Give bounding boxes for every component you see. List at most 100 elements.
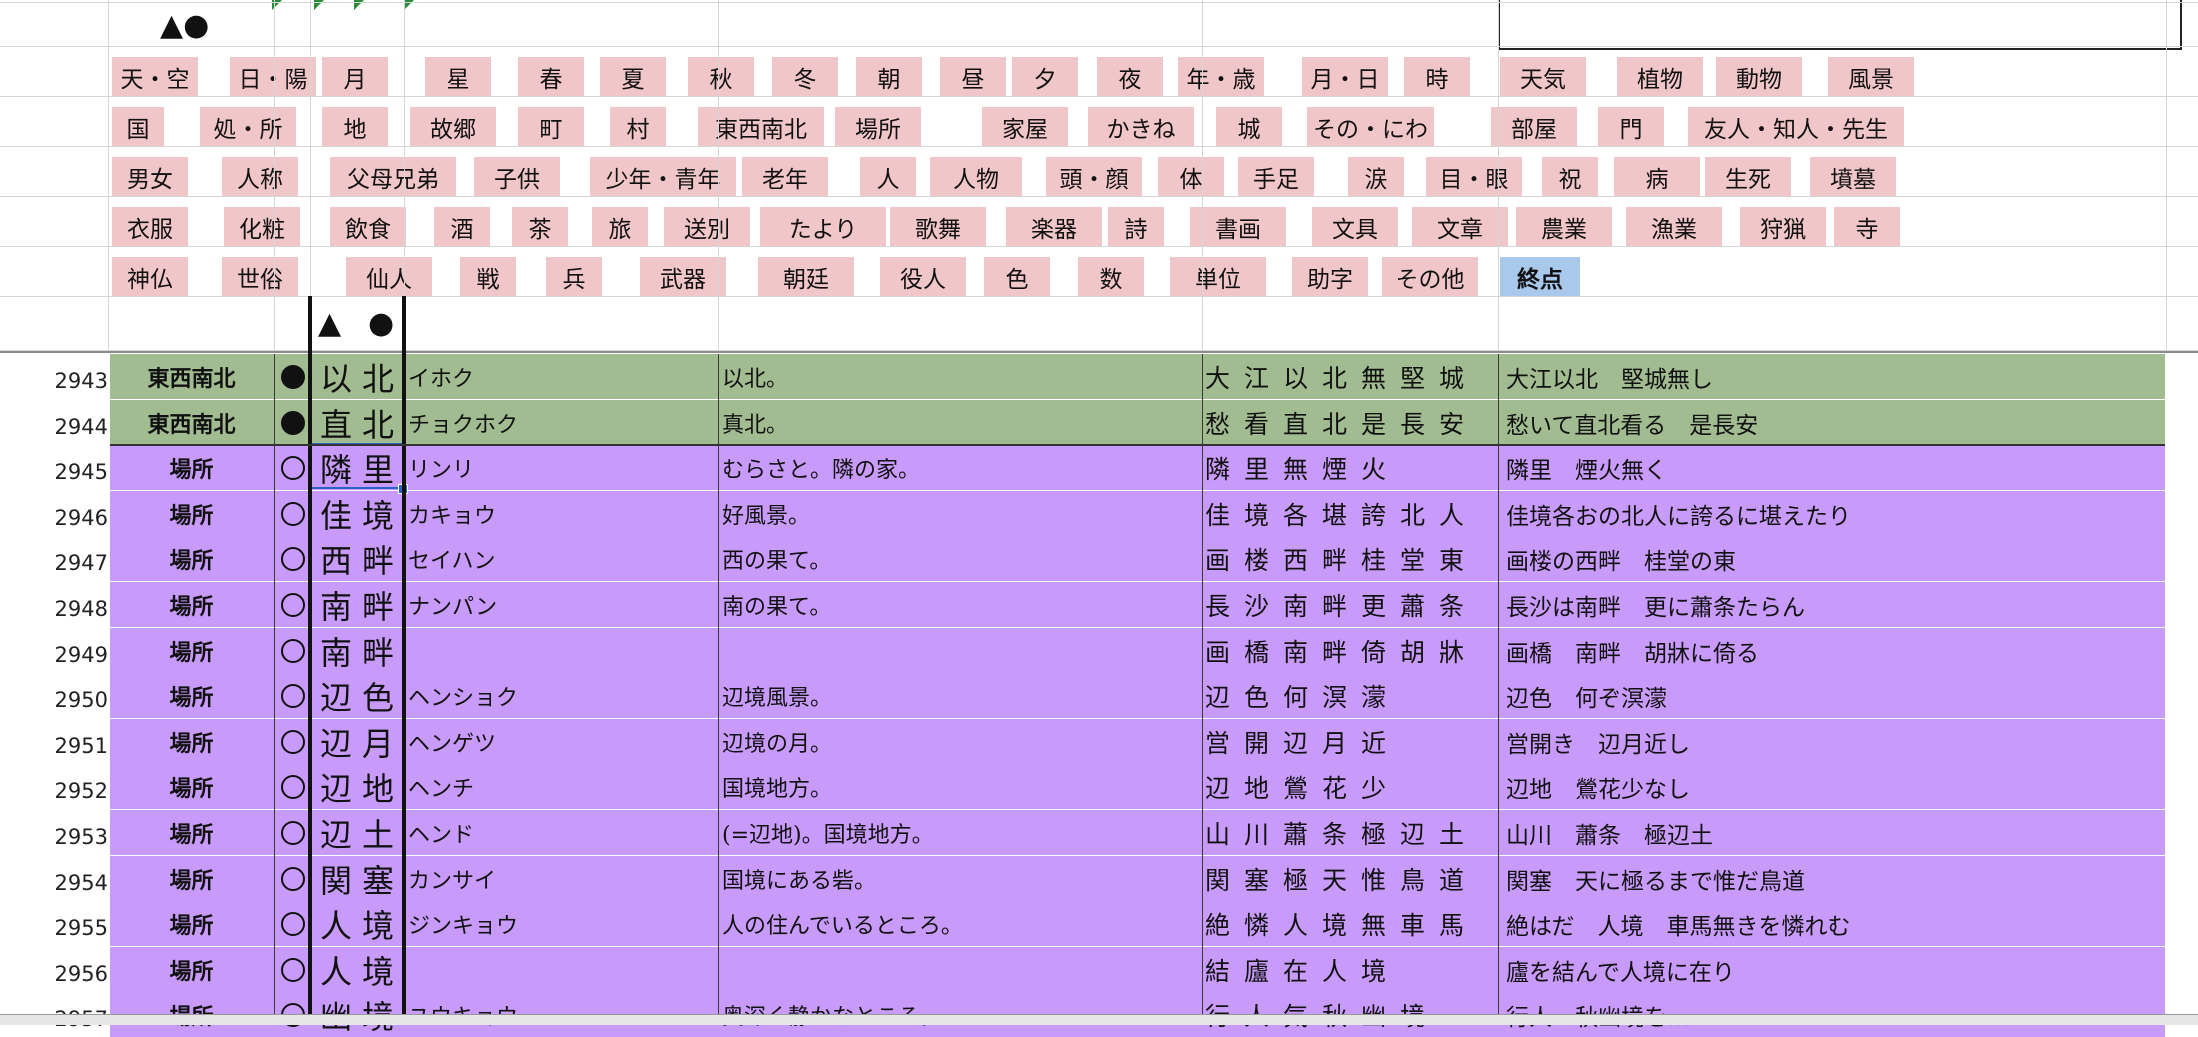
mark-cell[interactable]: [276, 582, 310, 627]
category-cell[interactable]: 場所: [110, 628, 273, 673]
category-button[interactable]: 朝: [856, 57, 922, 97]
category-cell[interactable]: 場所: [110, 445, 273, 490]
category-button[interactable]: 助字: [1292, 257, 1368, 297]
category-button[interactable]: 化粧: [224, 207, 300, 247]
category-cell[interactable]: 場所: [110, 536, 273, 581]
verse-phrase-cell[interactable]: 廬を結んで人境に在り: [1506, 947, 2166, 992]
category-button[interactable]: 日・陽: [230, 57, 316, 97]
meaning-cell[interactable]: 人の住んでいるところ。: [722, 901, 1200, 946]
reading-cell[interactable]: [408, 628, 718, 673]
category-button[interactable]: 少年・青年: [590, 157, 736, 197]
category-button[interactable]: 故郷: [410, 107, 496, 147]
category-button[interactable]: 戦: [460, 257, 516, 297]
row-number[interactable]: 2953: [0, 810, 108, 855]
category-button[interactable]: 夕: [1012, 57, 1078, 97]
word-cell[interactable]: 関塞: [312, 856, 402, 901]
category-button[interactable]: 茶: [512, 207, 568, 247]
category-button[interactable]: 門: [1598, 107, 1664, 147]
category-button[interactable]: 地: [322, 107, 388, 147]
category-button[interactable]: 生死: [1705, 157, 1791, 197]
reading-cell[interactable]: ジンキョウ: [408, 901, 718, 946]
mark-cell[interactable]: [276, 901, 310, 946]
category-cell[interactable]: 場所: [110, 947, 273, 992]
sheet-tab-bar[interactable]: [0, 1014, 2198, 1025]
reading-cell[interactable]: ヘンショク: [408, 673, 718, 718]
category-button[interactable]: 詩: [1108, 207, 1164, 247]
reading-cell[interactable]: チョクホク: [408, 400, 718, 445]
reading-cell[interactable]: ヘンド: [408, 810, 718, 855]
mark-cell[interactable]: [276, 354, 310, 399]
word-cell[interactable]: 辺月: [312, 719, 402, 764]
category-cell[interactable]: 場所: [110, 764, 273, 809]
meaning-cell[interactable]: 南の果て。: [722, 582, 1200, 627]
category-button[interactable]: 世俗: [222, 257, 298, 297]
category-button[interactable]: 春: [518, 57, 584, 97]
verse-chars-cell[interactable]: 佳境各堪誇北人: [1205, 491, 1500, 536]
category-button[interactable]: 村: [610, 107, 666, 147]
verse-chars-cell[interactable]: 愁看直北是長安: [1205, 400, 1500, 445]
table-row[interactable]: 2951 場所 辺月 ヘンゲツ 辺境の月。 営開辺月近 営開き 辺月近し: [0, 719, 2198, 764]
category-button[interactable]: 狩猟: [1740, 207, 1826, 247]
row-number[interactable]: 2955: [0, 901, 108, 946]
category-button[interactable]: 衣服: [112, 207, 188, 247]
word-cell[interactable]: 辺地: [312, 764, 402, 809]
row-number[interactable]: 2948: [0, 582, 108, 627]
table-row[interactable]: 2952 場所 辺地 ヘンチ 国境地方。 辺地鶯花少 辺地 鶯花少なし: [0, 764, 2198, 809]
category-button[interactable]: かきね: [1088, 107, 1194, 147]
category-button[interactable]: 涙: [1348, 157, 1404, 197]
row-number[interactable]: 2954: [0, 856, 108, 901]
row-number[interactable]: 2943: [0, 354, 108, 399]
table-row[interactable]: 2950 場所 辺色 ヘンショク 辺境風景。 辺色何溟濛 辺色 何ぞ溟濛: [0, 673, 2198, 718]
category-button[interactable]: 夜: [1097, 57, 1163, 97]
meaning-cell[interactable]: (=辺地)。国境地方。: [722, 810, 1200, 855]
category-button[interactable]: 処・所: [200, 107, 296, 147]
category-button[interactable]: その他: [1382, 257, 1478, 297]
verse-chars-cell[interactable]: 長沙南畔更蕭条: [1205, 582, 1500, 627]
mark-cell[interactable]: [276, 628, 310, 673]
verse-phrase-cell[interactable]: 絶はだ 人境 車馬無きを憐れむ: [1506, 901, 2166, 946]
word-cell[interactable]: 辺土: [312, 810, 402, 855]
category-button[interactable]: 武器: [640, 257, 726, 297]
category-cell[interactable]: 場所: [110, 810, 273, 855]
verse-phrase-cell[interactable]: 画橋 南畔 胡牀に倚る: [1506, 628, 2166, 673]
category-button[interactable]: 人: [860, 157, 916, 197]
reading-cell[interactable]: ヘンゲツ: [408, 719, 718, 764]
category-button[interactable]: 男女: [112, 157, 188, 197]
category-button[interactable]: 体: [1158, 157, 1224, 197]
verse-phrase-cell[interactable]: 営開き 辺月近し: [1506, 719, 2166, 764]
category-cell[interactable]: 場所: [110, 673, 273, 718]
word-cell[interactable]: 人境: [312, 947, 402, 992]
category-cell[interactable]: 場所: [110, 719, 273, 764]
category-button[interactable]: 町: [518, 107, 584, 147]
table-row[interactable]: 2947 場所 西畔 セイハン 西の果て。 画楼西畔桂堂東 画楼の西畔 桂堂の東: [0, 536, 2198, 581]
category-button[interactable]: 書画: [1190, 207, 1286, 247]
verse-chars-cell[interactable]: 結廬在人境: [1205, 947, 1500, 992]
verse-chars-cell[interactable]: 辺色何溟濛: [1205, 673, 1500, 718]
category-button[interactable]: 月: [322, 57, 388, 97]
category-button[interactable]: 城: [1216, 107, 1282, 147]
category-button[interactable]: 墳墓: [1810, 157, 1896, 197]
table-row[interactable]: 2943 東西南北 以北 イホク 以北。 大江以北無堅城 大江以北 堅城無し: [0, 354, 2198, 399]
word-cell[interactable]: 南畔: [312, 582, 402, 627]
category-button[interactable]: 朝廷: [758, 257, 854, 297]
table-row[interactable]: 2948 場所 南畔 ナンパン 南の果て。 長沙南畔更蕭条 長沙は南畔 更に蕭条たらん: [0, 582, 2198, 627]
category-button[interactable]: 酒: [434, 207, 490, 247]
category-button[interactable]: 国: [112, 107, 164, 147]
category-button[interactable]: 老年: [742, 157, 828, 197]
table-row[interactable]: 2946 場所 佳境 カキョウ 好風景。 佳境各堪誇北人 佳境各おの北人に誇るに堪えたり: [0, 491, 2198, 536]
category-cell[interactable]: 場所: [110, 491, 273, 536]
table-row[interactable]: 2954 場所 関塞 カンサイ 国境にある砦。 関塞極天惟鳥道 関塞 天に極るまで惟だ鳥道: [0, 856, 2198, 901]
verse-phrase-cell[interactable]: 長沙は南畔 更に蕭条たらん: [1506, 582, 2166, 627]
table-row[interactable]: 2953 場所 辺土 ヘンド (=辺地)。国境地方。 山川蕭条極辺土 山川 蕭条 極辺土: [0, 810, 2198, 855]
mark-cell[interactable]: [276, 810, 310, 855]
word-cell[interactable]: 南畔: [312, 628, 402, 673]
category-button[interactable]: 歌舞: [890, 207, 986, 247]
category-button[interactable]: 単位: [1170, 257, 1266, 297]
word-cell[interactable]: 人境: [312, 901, 402, 946]
table-row[interactable]: 2949 場所 南畔 画橋南畔倚胡牀 画橋 南畔 胡牀に倚る: [0, 628, 2198, 673]
word-cell[interactable]: 辺色: [312, 673, 402, 718]
category-button[interactable]: 人称: [222, 157, 298, 197]
category-button[interactable]: 神仏: [112, 257, 188, 297]
meaning-cell[interactable]: [722, 628, 1200, 673]
mark-cell[interactable]: [276, 719, 310, 764]
